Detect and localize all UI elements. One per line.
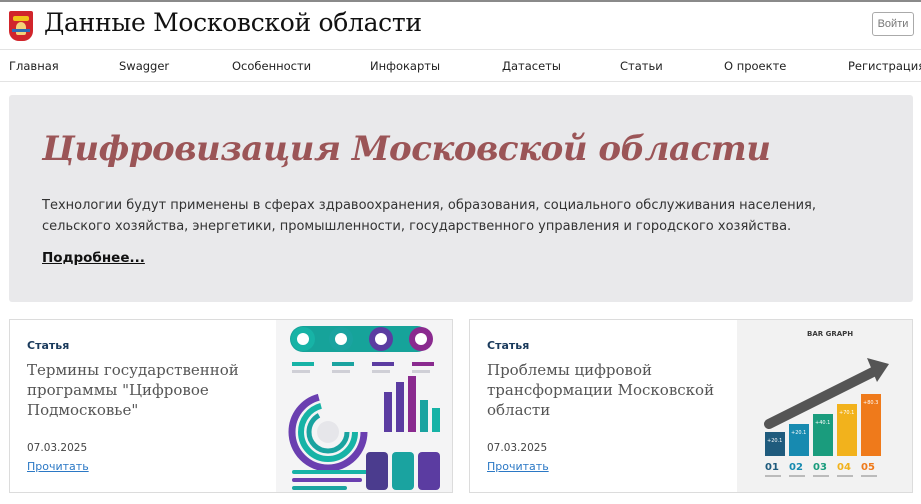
site-header: Данные Московской области Войти	[0, 2, 921, 48]
card-tag: Статья	[27, 339, 70, 352]
card-read-link[interactable]: Прочитать	[27, 460, 89, 473]
hero-title: Цифровизация Московской области	[42, 129, 771, 169]
nav-item-swagger[interactable]: Swagger	[119, 59, 169, 73]
main-nav: Главная Swagger Особенности Инфокарты Да…	[0, 49, 921, 82]
bar-value-label: +70.1	[839, 410, 854, 416]
nav-item-register[interactable]: Регистрация	[848, 59, 921, 73]
card-title[interactable]: Термины государственной программы "Цифро…	[27, 360, 257, 420]
login-button[interactable]: Войти	[872, 12, 914, 36]
site-title[interactable]: Данные Московской области	[44, 8, 422, 37]
card-read-link[interactable]: Прочитать	[487, 460, 549, 473]
bar-graph-heading: BAR GRAPH	[807, 330, 853, 338]
hero-banner: Цифровизация Московской области Технолог…	[9, 95, 913, 302]
nav-item-infocards[interactable]: Инфокарты	[370, 59, 440, 73]
card-title[interactable]: Проблемы цифровой трансформации Московск…	[487, 360, 717, 420]
nav-item-home[interactable]: Главная	[9, 59, 59, 73]
card-date: 07.03.2025	[27, 442, 88, 454]
article-card[interactable]: Статья Проблемы цифровой трансформации М…	[469, 319, 913, 493]
step-number: 05	[861, 462, 875, 473]
article-card[interactable]: Статья Термины государственной программы…	[9, 319, 453, 493]
nav-item-articles[interactable]: Статьи	[620, 59, 663, 73]
step-number: 02	[789, 462, 803, 473]
card-date: 07.03.2025	[487, 442, 548, 454]
step-number: 04	[837, 462, 851, 473]
bar-value-label: +20.1	[767, 438, 782, 444]
nav-item-datasets[interactable]: Датасеты	[502, 59, 561, 73]
bar-value-label: +20.1	[791, 430, 806, 436]
hero-text: Технологии будут применены в сферах здра…	[42, 198, 816, 234]
bar-value-label: +80.3	[863, 400, 878, 406]
card-tag: Статья	[487, 339, 530, 352]
nav-item-features[interactable]: Особенности	[232, 59, 311, 73]
step-number: 03	[813, 462, 827, 473]
bar-graph-image: BAR GRAPH +20.1 +20.1 +40.1 +70.1 +80.3 …	[737, 320, 912, 492]
nav-item-about[interactable]: О проекте	[724, 59, 786, 73]
step-number: 01	[765, 462, 779, 473]
bar-value-label: +40.1	[815, 420, 830, 426]
infographic-image	[276, 320, 452, 492]
hero-more-link[interactable]: Подробнее...	[42, 250, 145, 266]
coat-of-arms-icon[interactable]	[9, 11, 33, 41]
